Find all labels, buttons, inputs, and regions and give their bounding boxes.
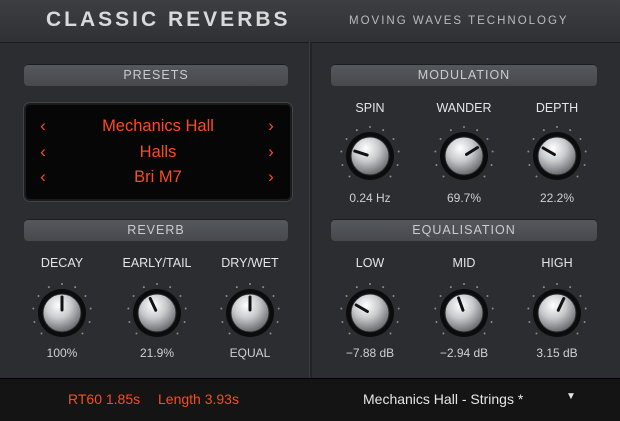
chevron-right-icon[interactable]: › <box>262 141 280 163</box>
early-tail-value: 21.9% <box>139 346 175 360</box>
low-value: −7.88 dB <box>345 346 395 360</box>
preset-algorithm[interactable]: Bri M7 <box>66 166 250 188</box>
preset-dropdown-label: Mechanics Hall - Strings * <box>363 391 524 407</box>
status-bar: RT60 1.85s Length 3.93s Mechanics Hall -… <box>0 378 620 421</box>
preset-row-category: ‹ Halls › <box>26 141 290 163</box>
rt60-readout: RT60 1.85s <box>68 391 141 407</box>
wander-value: 69.7% <box>446 191 482 205</box>
spin-knob[interactable] <box>338 124 402 188</box>
preset-row-bank: ‹ Mechanics Hall › <box>26 115 290 137</box>
mid-label: MID <box>452 256 476 270</box>
low-label: LOW <box>355 256 385 270</box>
preset-bank[interactable]: Mechanics Hall <box>66 115 250 137</box>
high-label: HIGH <box>541 256 573 270</box>
dry-wet-knob[interactable] <box>218 281 282 345</box>
chevron-left-icon[interactable]: ‹ <box>34 115 52 137</box>
length-readout: Length 3.93s <box>158 391 239 407</box>
spin-value: 0.24 Hz <box>349 191 391 205</box>
decay-value: 100% <box>46 346 78 360</box>
plugin-header: CLASSIC REVERBS MOVING WAVES TECHNOLOGY <box>0 0 620 43</box>
spin-label: SPIN <box>355 101 385 115</box>
modulation-header: MODULATION <box>331 64 597 86</box>
dry-wet-label: DRY/WET <box>221 256 279 270</box>
preset-category[interactable]: Halls <box>66 141 250 163</box>
triangle-down-icon: ▼ <box>566 391 576 402</box>
mid-knob[interactable] <box>432 281 496 345</box>
panel-divider <box>309 42 312 378</box>
low-knob[interactable] <box>338 281 402 345</box>
company-name: MOVING WAVES TECHNOLOGY <box>349 15 569 27</box>
app-title: CLASSIC REVERBS <box>46 8 291 31</box>
dry-wet-value: EQUAL <box>229 346 271 360</box>
depth-value: 22.2% <box>539 191 575 205</box>
preset-display: ‹ Mechanics Hall › ‹ Halls › ‹ Bri M7 › <box>24 103 292 201</box>
high-value: 3.15 dB <box>536 346 578 360</box>
preset-row-algorithm: ‹ Bri M7 › <box>26 166 290 188</box>
depth-label: DEPTH <box>535 101 579 115</box>
decay-label: DECAY <box>40 256 84 270</box>
presets-header: PRESETS <box>24 64 288 86</box>
wander-label: WANDER <box>436 101 492 115</box>
chevron-left-icon[interactable]: ‹ <box>34 166 52 188</box>
high-knob[interactable] <box>525 281 589 345</box>
decay-knob[interactable] <box>30 281 94 345</box>
equalisation-header: EQUALISATION <box>331 219 597 241</box>
mid-value: −2.94 dB <box>439 346 489 360</box>
chevron-right-icon[interactable]: › <box>262 115 280 137</box>
wander-knob[interactable] <box>432 124 496 188</box>
reverb-header: REVERB <box>24 219 288 241</box>
early-tail-knob[interactable] <box>125 281 189 345</box>
chevron-right-icon[interactable]: › <box>262 166 280 188</box>
depth-knob[interactable] <box>525 124 589 188</box>
early-tail-label: EARLY/TAIL <box>122 256 192 270</box>
chevron-left-icon[interactable]: ‹ <box>34 141 52 163</box>
preset-dropdown[interactable]: Mechanics Hall - Strings * ▼ <box>358 385 588 415</box>
